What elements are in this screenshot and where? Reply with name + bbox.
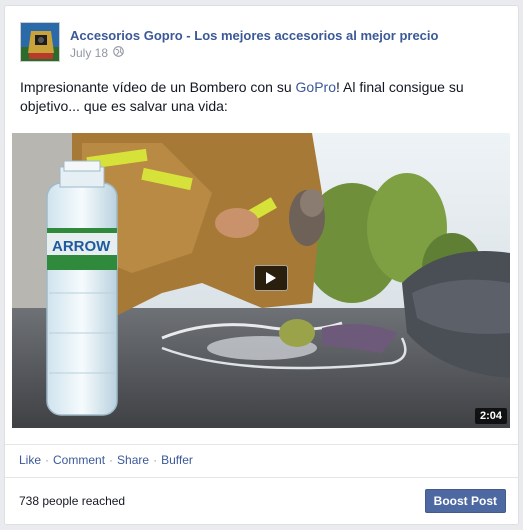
page-avatar[interactable] bbox=[20, 22, 60, 62]
separator: · bbox=[109, 453, 114, 467]
post-card: Accesorios Gopro - Los mejores accesorio… bbox=[4, 5, 519, 525]
bottle-label: ARROW bbox=[52, 238, 111, 255]
post-footer: 738 people reached Boost Post bbox=[5, 477, 518, 524]
separator: · bbox=[45, 453, 50, 467]
like-link[interactable]: Like bbox=[19, 453, 41, 467]
post-date[interactable]: July 18 bbox=[70, 46, 108, 60]
page-name-link[interactable]: Accesorios Gopro - Los mejores accesorio… bbox=[70, 28, 438, 43]
reach-count: 738 people reached bbox=[19, 494, 126, 508]
boost-post-button[interactable]: Boost Post bbox=[424, 489, 506, 513]
post-text-start: Impresionante vídeo de un Bombero con su bbox=[20, 79, 296, 95]
comment-link[interactable]: Comment bbox=[53, 453, 105, 467]
buffer-link[interactable]: Buffer bbox=[161, 453, 193, 467]
play-button[interactable] bbox=[254, 265, 288, 291]
video-player[interactable]: ARROW 2:04 bbox=[12, 133, 510, 428]
video-duration: 2:04 bbox=[474, 408, 507, 424]
post-text: Impresionante vídeo de un Bombero con su… bbox=[20, 78, 508, 116]
post-header: Accesorios Gopro - Los mejores accesorio… bbox=[20, 22, 500, 66]
share-link[interactable]: Share bbox=[117, 453, 149, 467]
post-actions: Like · Comment · Share · Buffer bbox=[5, 444, 518, 477]
gopro-link[interactable]: GoPro bbox=[296, 79, 336, 95]
separator: · bbox=[153, 453, 158, 467]
post-meta: July 18 bbox=[70, 46, 124, 60]
globe-icon[interactable] bbox=[113, 46, 124, 60]
play-icon bbox=[266, 272, 276, 284]
